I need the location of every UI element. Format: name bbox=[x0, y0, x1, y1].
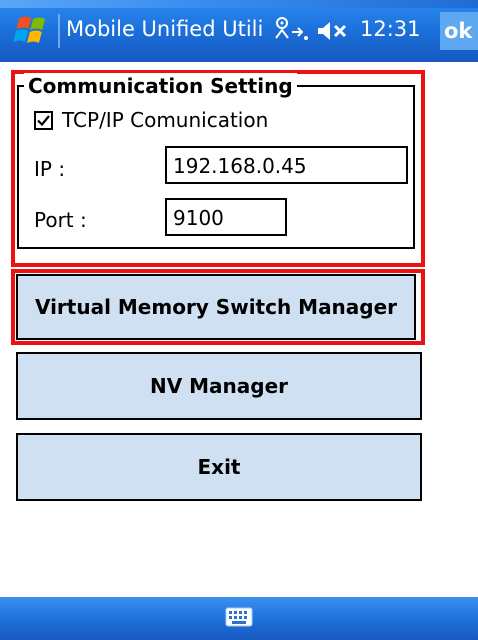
ok-button[interactable]: ok bbox=[440, 12, 478, 50]
connectivity-icon[interactable] bbox=[272, 16, 312, 44]
port-label: Port : bbox=[34, 208, 87, 232]
tcp-ip-checkbox-label[interactable]: TCP/IP Comunication bbox=[62, 108, 268, 132]
keyboard-icon[interactable] bbox=[225, 606, 253, 630]
checkmark-icon bbox=[37, 115, 50, 127]
app-title: Mobile Unified Utili bbox=[66, 17, 264, 41]
clock: 12:31 bbox=[360, 17, 421, 41]
title-bar-top-strip bbox=[0, 0, 478, 8]
virtual-memory-switch-manager-button[interactable]: Virtual Memory Switch Manager bbox=[16, 274, 416, 340]
volume-muted-icon[interactable] bbox=[316, 18, 356, 44]
exit-button[interactable]: Exit bbox=[16, 433, 422, 501]
port-input[interactable]: 9100 bbox=[165, 198, 287, 236]
nv-manager-button[interactable]: NV Manager bbox=[16, 352, 422, 420]
title-bar: Mobile Unified Utili 12:31 ok bbox=[0, 0, 478, 62]
ip-label: IP : bbox=[34, 157, 66, 181]
title-separator bbox=[58, 14, 60, 48]
tcp-ip-checkbox[interactable] bbox=[34, 111, 53, 130]
ip-input[interactable]: 192.168.0.45 bbox=[165, 146, 408, 184]
windows-start-icon[interactable] bbox=[10, 14, 54, 48]
group-title: Communication Setting bbox=[24, 73, 297, 99]
